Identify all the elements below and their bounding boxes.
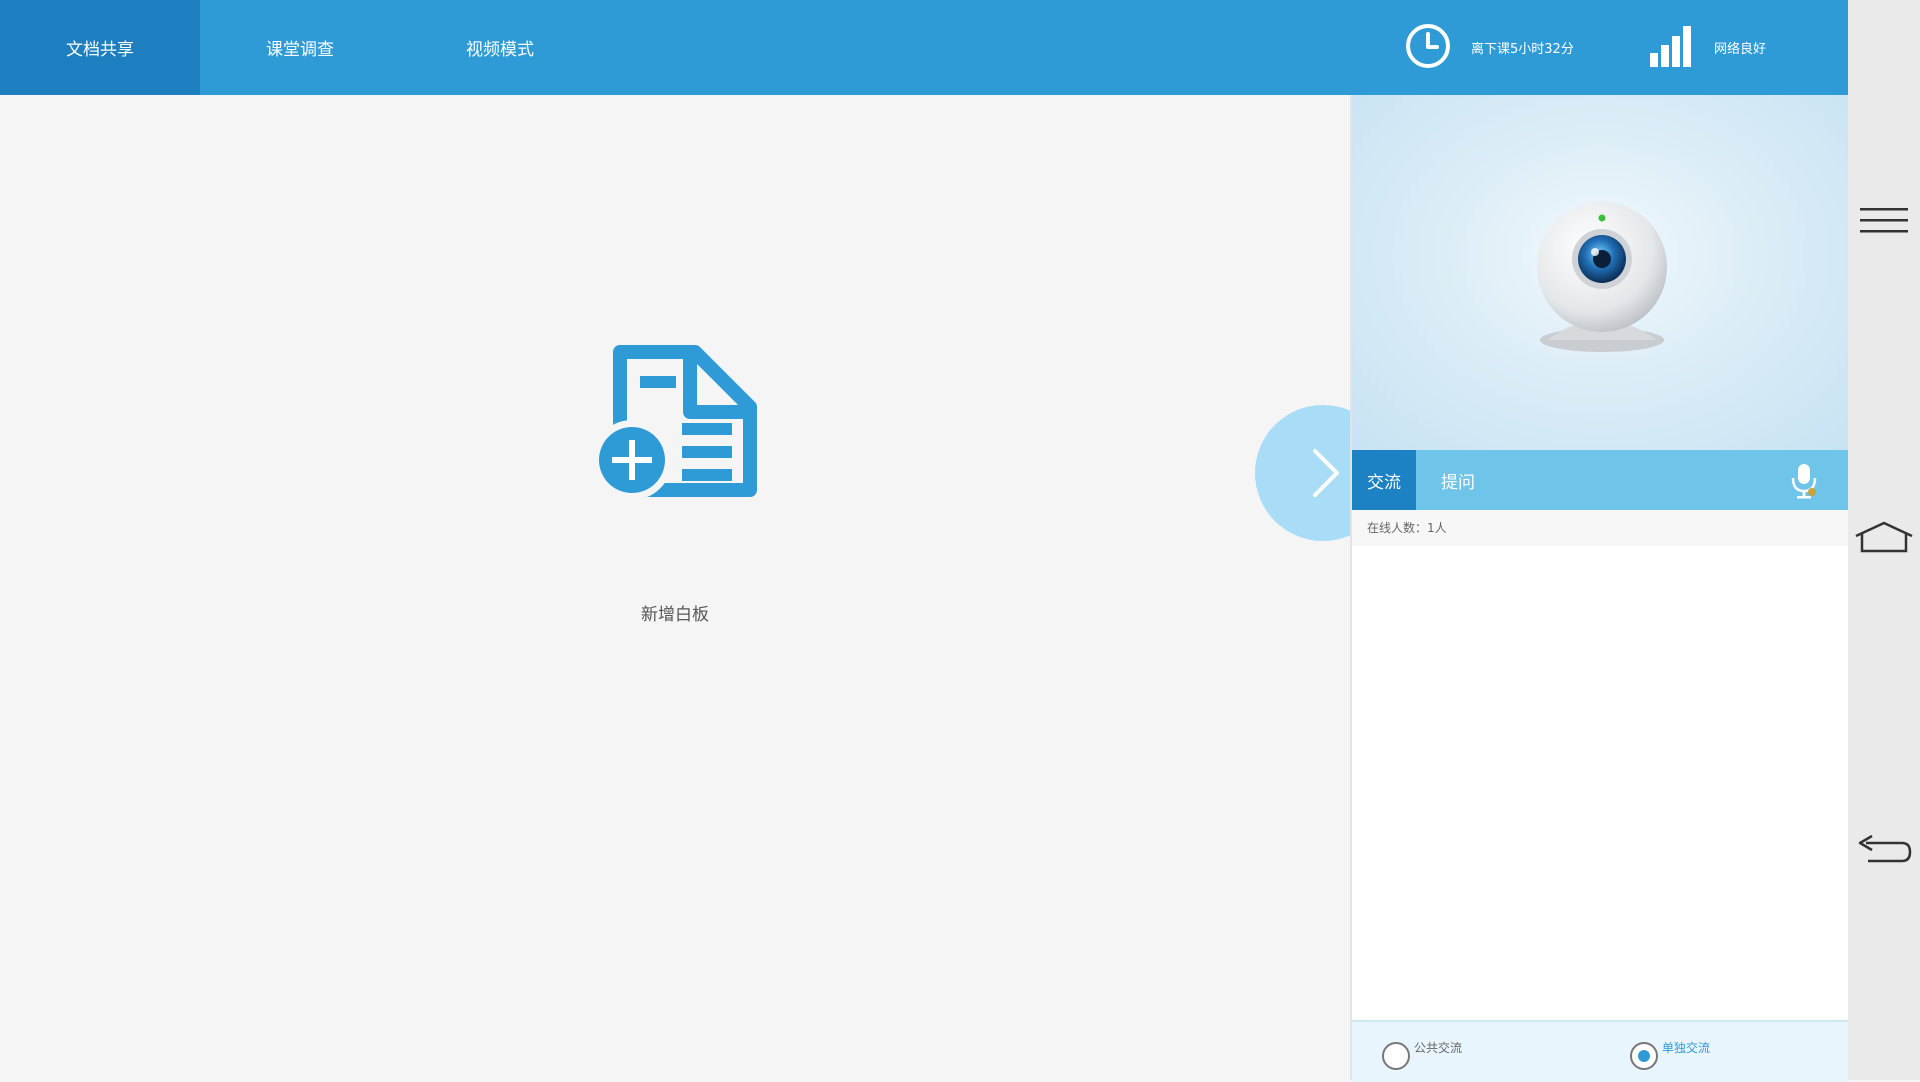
class-timer: 离下课5小时32分 — [1405, 0, 1574, 95]
home-icon — [1853, 520, 1915, 560]
tab-label: 提问 — [1441, 472, 1475, 493]
back-icon — [1854, 833, 1914, 873]
clock-icon — [1405, 23, 1451, 73]
new-board-label: 新增白板 — [641, 605, 709, 625]
menu-button[interactable] — [1848, 205, 1920, 241]
chat-message-area[interactable] — [1352, 546, 1850, 1016]
chevron-right-icon — [1293, 443, 1353, 507]
top-bar: 文档共享 课堂调查 视频模式 离下课5小时32分 网络良好 — [0, 0, 1848, 95]
chat-tab-bar: 交流 提问 — [1352, 450, 1850, 510]
tab-video-mode[interactable]: 视频模式 — [400, 0, 600, 95]
public-chat-option[interactable]: 公共交流 — [1382, 1022, 1462, 1082]
online-count: 在线人数：1人 — [1352, 510, 1850, 546]
tab-class-survey[interactable]: 课堂调查 — [200, 0, 400, 95]
tab-label: 课堂调查 — [266, 40, 334, 60]
option-label: 单独交流 — [1662, 1040, 1711, 1055]
time-remaining-text: 离下课5小时32分 — [1471, 42, 1574, 57]
back-button[interactable] — [1848, 833, 1920, 873]
side-panel: 交流 提问 在线人数：1人 公共交流 单独交流 — [1350, 95, 1850, 1082]
radio-button[interactable] — [1630, 1042, 1658, 1070]
home-button[interactable] — [1848, 520, 1920, 560]
tab-label: 交流 — [1367, 472, 1401, 493]
video-preview — [1352, 95, 1850, 450]
option-label: 公共交流 — [1414, 1040, 1463, 1055]
document-add-icon — [590, 345, 760, 514]
tab-document-share[interactable]: 文档共享 — [0, 0, 200, 95]
network-status: 网络良好 — [1648, 0, 1766, 95]
tab-label: 文档共享 — [66, 40, 134, 60]
tab-question[interactable]: 提问 — [1416, 450, 1500, 510]
system-nav-bar — [1848, 0, 1920, 1080]
radio-button[interactable] — [1382, 1042, 1410, 1070]
microphone-icon[interactable] — [1787, 462, 1821, 504]
network-status-text: 网络良好 — [1714, 42, 1767, 57]
chat-mode-bar: 公共交流 单独交流 — [1352, 1020, 1850, 1082]
menu-icon — [1858, 205, 1910, 241]
main-area: 新增白板 — [0, 95, 1391, 1080]
tab-chat[interactable]: 交流 — [1352, 450, 1416, 510]
new-board-button[interactable] — [590, 340, 760, 605]
tab-label: 视频模式 — [466, 40, 534, 60]
signal-strength-icon — [1648, 23, 1694, 73]
private-chat-option[interactable]: 单独交流 — [1630, 1022, 1710, 1082]
webcam-icon — [1527, 195, 1677, 359]
